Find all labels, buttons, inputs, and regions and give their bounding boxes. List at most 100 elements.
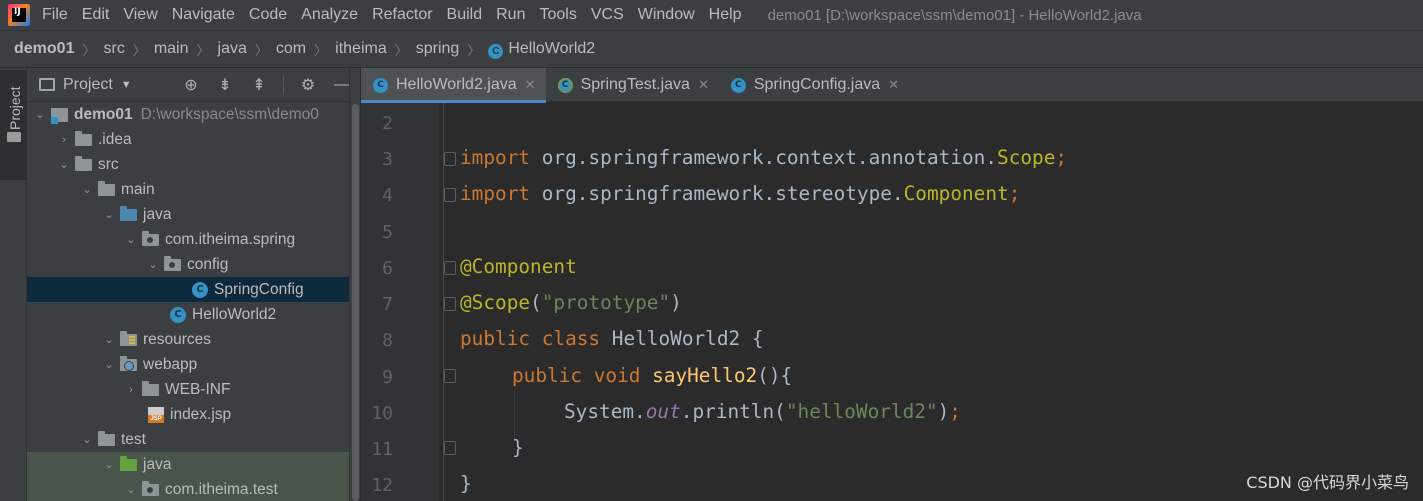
menu-build[interactable]: Build: [447, 6, 483, 24]
tree-item-idea[interactable]: › .idea: [27, 127, 360, 152]
line-number: 3: [382, 149, 393, 170]
tree-item-main[interactable]: ⌄ main: [27, 177, 360, 202]
folder-icon: [142, 380, 159, 396]
chevron-down-icon[interactable]: ⌄: [124, 483, 138, 496]
tree-item-label: com.itheima.test: [165, 480, 278, 498]
menu-edit[interactable]: Edit: [82, 6, 110, 24]
folder-icon: [98, 430, 115, 446]
tree-item-src[interactable]: ⌄ src: [27, 152, 360, 177]
chevron-down-icon[interactable]: ⌄: [80, 433, 94, 446]
tree-item-java[interactable]: ⌄ java: [27, 202, 360, 227]
chevron-down-icon[interactable]: ⌄: [57, 158, 71, 171]
tree-item-test[interactable]: ⌄ test: [27, 427, 360, 452]
fold-marker-icon[interactable]: [444, 441, 456, 455]
fold-marker-icon[interactable]: [444, 261, 456, 275]
fold-marker-icon[interactable]: [444, 152, 456, 166]
chevron-down-icon[interactable]: ⌄: [33, 108, 47, 121]
breadcrumb-item-helloworld2[interactable]: HelloWorld2: [508, 40, 595, 58]
menu-file[interactable]: File: [42, 6, 68, 24]
scrollbar-thumb[interactable]: [352, 104, 359, 501]
chevron-down-icon[interactable]: ⌄: [102, 208, 116, 221]
window-title: demo01 [D:\workspace\ssm\demo01] - Hello…: [767, 6, 1142, 24]
menu-navigate[interactable]: Navigate: [172, 6, 235, 24]
close-icon[interactable]: ✕: [698, 77, 709, 93]
tree-item-web-inf[interactable]: › WEB-INF: [27, 377, 360, 402]
menu-code[interactable]: Code: [249, 6, 287, 24]
line-number: 5: [382, 222, 393, 243]
tree-item-label: WEB-INF: [165, 380, 231, 398]
tree-item-label: config: [187, 255, 229, 273]
chevron-right-icon: 〉: [254, 42, 268, 58]
line-number: 6: [382, 258, 393, 279]
java-class-icon: C: [488, 43, 504, 59]
folder-icon: [98, 180, 115, 196]
tree-item-springconfig[interactable]: C SpringConfig: [27, 277, 360, 302]
menu-window[interactable]: Window: [638, 6, 695, 24]
chevron-right-icon: 〉: [132, 42, 146, 58]
breadcrumb-item-itheima[interactable]: itheima: [335, 40, 387, 58]
menu-view[interactable]: View: [123, 6, 157, 24]
line-number: 12: [371, 475, 393, 496]
web-folder-icon: [120, 355, 137, 371]
java-class-icon: C: [730, 77, 746, 93]
breadcrumb-item-demo01[interactable]: demo01: [14, 40, 74, 58]
code-editor[interactable]: 2 3 4 5 6 7 8 9 10 11 12 import org.spri…: [361, 103, 1423, 501]
menu-run[interactable]: Run: [496, 6, 525, 24]
tab-springconfig[interactable]: C SpringConfig.java ✕: [719, 68, 909, 102]
tree-item-demo01[interactable]: ⌄ demo01 D:\workspace\ssm\demo0: [27, 102, 360, 127]
code-line-9: public void sayHello2(){: [512, 364, 793, 387]
tree-item-test-java[interactable]: ⌄ java: [27, 452, 360, 477]
chevron-down-icon[interactable]: ⌄: [102, 358, 116, 371]
tree-item-webapp[interactable]: ⌄ webapp: [27, 352, 360, 377]
tree-item-index-jsp[interactable]: JSP index.jsp: [27, 402, 360, 427]
fold-marker-icon[interactable]: [444, 297, 456, 311]
menu-tools[interactable]: Tools: [539, 6, 576, 24]
project-panel-scrollbar[interactable]: [349, 68, 360, 501]
breadcrumb-item-java[interactable]: java: [218, 40, 247, 58]
tree-item-helloworld2[interactable]: C HelloWorld2: [27, 302, 360, 327]
chevron-down-icon[interactable]: ▼: [121, 79, 132, 91]
locate-file-icon[interactable]: ⊕: [181, 75, 201, 95]
breadcrumb-item-main[interactable]: main: [154, 40, 189, 58]
tree-item-resources[interactable]: ⌄ resources: [27, 327, 360, 352]
tree-item-label: main: [121, 180, 155, 198]
chevron-down-icon[interactable]: ⌄: [102, 333, 116, 346]
menu-help[interactable]: Help: [709, 6, 742, 24]
chevron-right-icon: 〉: [314, 42, 328, 58]
chevron-down-icon[interactable]: ⌄: [102, 458, 116, 471]
tree-item-label: index.jsp: [170, 405, 232, 423]
fold-marker-icon[interactable]: [444, 188, 456, 202]
menu-refactor[interactable]: Refactor: [372, 6, 432, 24]
chevron-down-icon[interactable]: ⌄: [146, 258, 160, 271]
java-class-icon: C: [192, 281, 208, 298]
fold-marker-icon[interactable]: [444, 369, 456, 383]
jsp-file-icon: JSP: [148, 406, 164, 423]
menu-analyze[interactable]: Analyze: [301, 6, 358, 24]
tree-item-label: java: [143, 205, 172, 223]
chevron-down-icon[interactable]: ⌄: [124, 233, 138, 246]
project-view-selector[interactable]: Project: [63, 76, 113, 94]
collapse-all-icon[interactable]: ⇞: [249, 75, 269, 95]
breadcrumb-item-src[interactable]: src: [103, 40, 124, 58]
menu-vcs[interactable]: VCS: [591, 6, 624, 24]
gear-icon[interactable]: ⚙: [298, 75, 318, 95]
project-tool-window-button[interactable]: Project: [0, 70, 27, 180]
folder-icon: [7, 132, 21, 142]
chevron-down-icon[interactable]: ⌄: [80, 183, 94, 196]
breadcrumb-item-com[interactable]: com: [276, 40, 306, 58]
close-icon[interactable]: ✕: [525, 77, 536, 93]
breadcrumb-item-spring[interactable]: spring: [416, 40, 460, 58]
tree-item-package-test[interactable]: ⌄ com.itheima.test: [27, 477, 360, 501]
line-number: 8: [382, 330, 393, 351]
close-icon[interactable]: ✕: [888, 77, 899, 93]
tab-springtest[interactable]: C SpringTest.java ✕: [546, 68, 719, 102]
chevron-right-icon[interactable]: ›: [57, 134, 71, 146]
chevron-right-icon: 〉: [467, 42, 481, 58]
chevron-right-icon[interactable]: ›: [124, 384, 138, 396]
tree-item-config[interactable]: ⌄ config: [27, 252, 360, 277]
tree-item-package-spring[interactable]: ⌄ com.itheima.spring: [27, 227, 360, 252]
expand-all-icon[interactable]: ⇟: [215, 75, 235, 95]
tab-helloworld2[interactable]: C HelloWorld2.java ✕: [361, 68, 546, 103]
folder-icon: [75, 130, 92, 146]
code-line-6: @Component: [460, 255, 577, 278]
